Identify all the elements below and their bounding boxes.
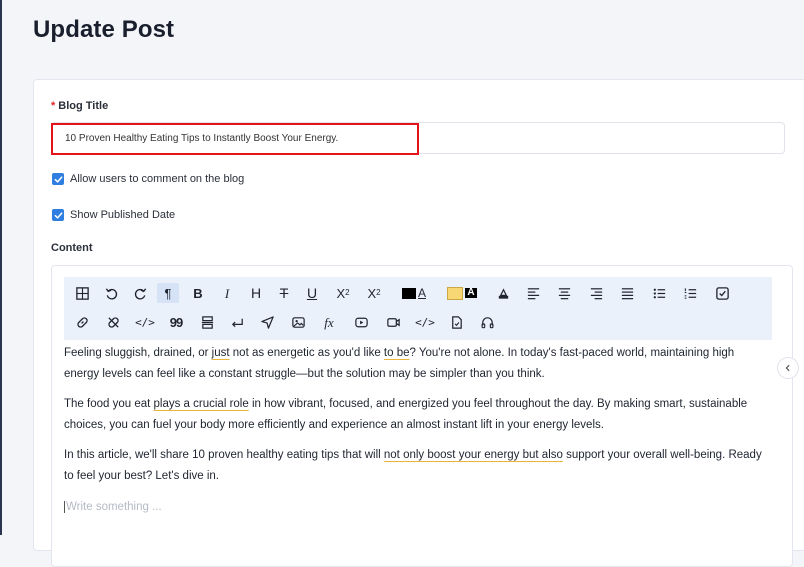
horizontal-rule-icon[interactable] [196, 312, 218, 332]
bullet-list-icon[interactable] [648, 283, 670, 303]
superscript-button[interactable]: X2 [363, 283, 385, 303]
grammar-underline: to be [383, 347, 410, 359]
numbered-list-icon[interactable] [679, 283, 701, 303]
check-icon [54, 175, 63, 183]
content-paragraph-3: In this article, we'll share 10 proven h… [64, 449, 762, 482]
grammar-underline: just [211, 347, 230, 359]
text-color-button[interactable]: A [397, 283, 431, 303]
inline-code-button[interactable]: </> [134, 312, 156, 332]
grammar-underline: plays a crucial role [153, 398, 249, 410]
send-icon[interactable] [256, 312, 278, 332]
form-card: *Blog Title Allow users to comment on th… [33, 79, 804, 567]
italic-button[interactable]: I [216, 283, 238, 303]
paragraph-icon[interactable]: ¶ [157, 283, 179, 303]
audio-icon[interactable] [476, 312, 498, 332]
background-color-button[interactable]: A [445, 283, 479, 303]
window-left-edge [0, 0, 2, 535]
editor-placeholder: Write something ... [64, 501, 162, 513]
content-label: Content [51, 242, 93, 254]
show-date-row[interactable]: Show Published Date [52, 209, 175, 221]
video-icon[interactable] [382, 312, 404, 332]
bold-button[interactable]: B [187, 283, 209, 303]
content-editor[interactable]: ¶ B I H T U X2 X2 A A </> 99 fx </> Feel… [51, 265, 799, 567]
chevron-left-icon [785, 364, 790, 372]
code-block-button[interactable]: </> [414, 312, 436, 332]
embed-file-icon[interactable] [445, 312, 467, 332]
align-center-icon[interactable] [553, 283, 575, 303]
allow-comments-checkbox[interactable] [52, 173, 64, 185]
blog-title-label: * Blog Title [51, 100, 108, 112]
bg-color-swatch [447, 286, 464, 300]
superscript-mark: 2 [376, 288, 381, 297]
clear-format-icon[interactable] [492, 283, 514, 303]
youtube-icon[interactable] [350, 312, 372, 332]
content-paragraph-1: Feeling sluggish, drained, or just not a… [64, 347, 735, 380]
align-right-icon[interactable] [585, 283, 607, 303]
grammar-underline: not only boost your energy but also [383, 449, 563, 461]
heading-button[interactable]: H [245, 283, 267, 303]
subscript-mark: 2 [345, 288, 350, 297]
allow-comments-row[interactable]: Allow users to comment on the blog [52, 173, 244, 185]
required-mark: * [51, 100, 56, 112]
align-justify-icon[interactable] [616, 283, 638, 303]
show-date-label: Show Published Date [70, 209, 176, 221]
undo-icon[interactable] [100, 283, 122, 303]
bg-color-glyph: A [465, 287, 477, 298]
formula-button[interactable]: fx [318, 312, 340, 332]
subscript-button[interactable]: X2 [332, 283, 354, 303]
editor-toolbar: ¶ B I H T U X2 X2 A A </> 99 fx </> [64, 277, 772, 340]
collapse-toggle[interactable] [777, 357, 799, 379]
subscript-base: X [336, 285, 346, 301]
strikethrough-button[interactable]: T [273, 283, 295, 303]
text-color-swatch [401, 287, 416, 299]
image-icon[interactable] [287, 312, 309, 332]
task-list-icon[interactable] [711, 283, 733, 303]
superscript-base: X [367, 285, 377, 301]
text-color-glyph: A [417, 286, 426, 300]
content-paragraph-2: The food you eat plays a crucial role in… [64, 398, 748, 431]
align-left-icon[interactable] [522, 283, 544, 303]
allow-comments-label: Allow users to comment on the blog [70, 173, 245, 185]
link-icon[interactable] [71, 312, 93, 332]
redo-icon[interactable] [129, 283, 151, 303]
check-icon [54, 211, 63, 219]
quote-button[interactable]: 99 [165, 312, 187, 332]
page-title: Update Post [33, 16, 175, 43]
unlink-icon[interactable] [102, 312, 124, 332]
editor-content[interactable]: Feeling sluggish, drained, or just not a… [64, 343, 769, 527]
editor-placeholder-line: Write something ... [64, 497, 769, 518]
blog-title-input[interactable] [51, 122, 785, 154]
blog-title-label-text: Blog Title [58, 100, 109, 112]
show-date-checkbox[interactable] [52, 209, 64, 221]
hard-break-icon[interactable] [226, 312, 248, 332]
table-icon[interactable] [71, 283, 93, 303]
underline-button[interactable]: U [301, 283, 323, 303]
